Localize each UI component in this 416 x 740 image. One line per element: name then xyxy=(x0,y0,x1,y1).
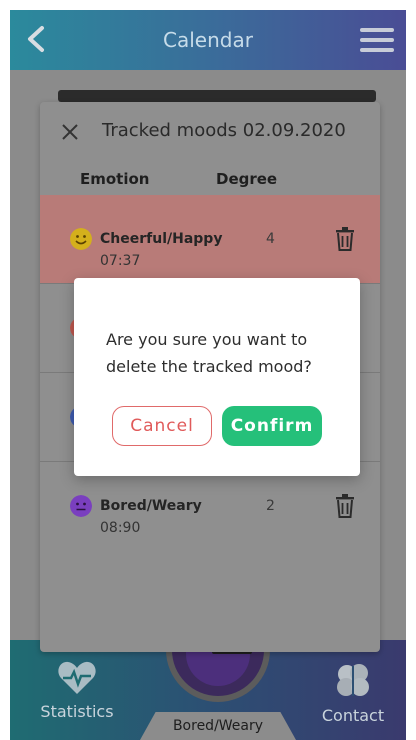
confirm-button[interactable]: Confirm xyxy=(222,406,322,446)
phone-screen: Calendar Statistics Bored/Weary Contact … xyxy=(10,0,406,740)
panel-title: Tracked moods 02.09.2020 xyxy=(102,120,346,141)
mood-time: 07:37 xyxy=(100,253,141,269)
nav-contact-label: Contact xyxy=(321,706,385,725)
bored-face-icon xyxy=(70,495,92,517)
dialog-message: Are you sure you want to delete the trac… xyxy=(106,330,312,376)
bottom-navigation: Statistics Bored/Weary Contact xyxy=(10,640,406,740)
mood-name: Bored/Weary xyxy=(100,498,202,514)
delete-confirm-dialog: Are you sure you want to delete the trac… xyxy=(74,278,360,476)
column-header-degree: Degree xyxy=(216,170,278,188)
mood-degree: 2 xyxy=(266,498,275,514)
nav-contact[interactable]: Contact xyxy=(308,662,398,725)
brain-icon xyxy=(337,664,369,696)
list-item[interactable]: Cheerful/Happy 07:37 4 xyxy=(40,195,380,283)
close-icon[interactable] xyxy=(60,122,80,142)
cancel-button[interactable]: Cancel xyxy=(112,406,212,446)
trash-icon[interactable] xyxy=(334,227,356,251)
nav-statistics-label: Statistics xyxy=(40,702,114,721)
trash-icon[interactable] xyxy=(334,494,356,518)
mood-name: Cheerful/Happy xyxy=(100,231,223,247)
nav-statistics[interactable]: Statistics xyxy=(32,660,122,721)
mood-time: 08:90 xyxy=(100,520,141,536)
calendar-header-strip xyxy=(58,90,376,102)
current-mood-chip[interactable]: Bored/Weary xyxy=(140,712,296,740)
chevron-left-icon[interactable] xyxy=(22,24,52,54)
heart-pulse-icon xyxy=(58,661,96,694)
app-bar: Calendar xyxy=(10,10,406,70)
mood-degree: 4 xyxy=(266,231,275,247)
hamburger-menu-icon[interactable] xyxy=(360,26,394,54)
page-title: Calendar xyxy=(163,28,253,52)
happy-face-icon xyxy=(70,228,92,250)
column-header-emotion: Emotion xyxy=(80,170,150,188)
